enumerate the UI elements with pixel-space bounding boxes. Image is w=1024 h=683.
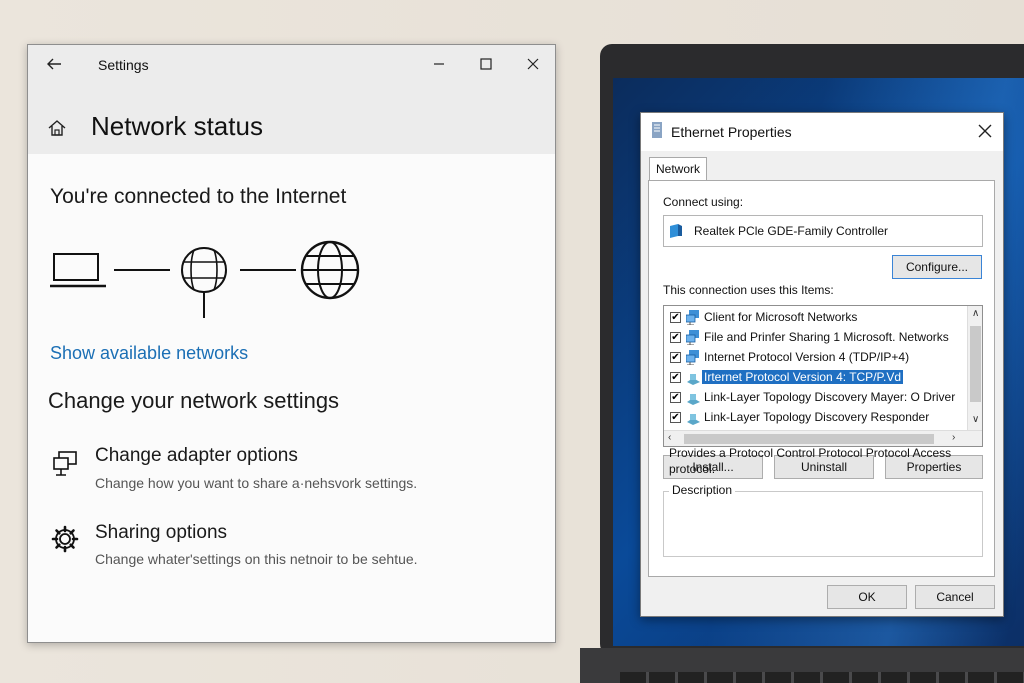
network-diagram [50, 240, 360, 318]
tab-network[interactable]: Network [649, 157, 707, 181]
ethernet-properties-dialog: Ethernet Properties Network Connect usin… [640, 112, 1004, 617]
settings-titlebar: Settings [28, 45, 555, 83]
horizontal-scrollbar[interactable]: ‹ › [664, 430, 982, 446]
items-label: This connection uses this Items: [663, 283, 834, 297]
protocol-icon [686, 350, 699, 365]
change-adapter-options-link[interactable]: Change adapter options [95, 445, 298, 467]
dialog-title: Ethernet Properties [671, 124, 792, 140]
network-tab-panel: Connect using: Realtek PCle GDE-Family C… [648, 180, 995, 577]
nic-icon [670, 224, 682, 238]
scroll-right-icon[interactable]: › [952, 432, 955, 443]
list-item-label: Irternet Protocol Version 4: TCP/P.Vd [702, 370, 903, 384]
list-item-label: Client for Microsoft Networks [704, 310, 858, 324]
list-item-label: Link-Layer Topology Discovery Responder [704, 410, 930, 424]
list-item[interactable]: ✔ Link-Layer Topology Discovery Responde… [670, 408, 960, 427]
components-list: ✔ Client for Microsoft Networks ✔ File a… [663, 305, 983, 447]
scroll-thumb[interactable] [684, 434, 934, 444]
checkbox[interactable]: ✔ [670, 352, 681, 363]
adapter-name: Realtek PCle GDE-Family Controller [694, 224, 889, 238]
laptop-icon [50, 253, 106, 288]
minimize-icon[interactable] [428, 53, 450, 75]
configure-button[interactable]: Configure... [892, 255, 982, 279]
settings-window-title: Settings [98, 57, 149, 73]
checkbox[interactable]: ✔ [670, 332, 681, 343]
change-settings-heading: Change your network settings [48, 388, 340, 413]
vertical-scrollbar[interactable]: ∧ ∨ [967, 306, 982, 430]
back-arrow-icon[interactable] [44, 54, 64, 74]
checkbox[interactable]: ✔ [670, 372, 681, 383]
sharing-options-link[interactable]: Sharing options [95, 522, 227, 544]
scroll-down-icon[interactable]: ∨ [972, 414, 979, 425]
page-title: Network status [91, 111, 263, 141]
settings-window: Settings Network status You're connected… [27, 44, 556, 643]
checkbox[interactable]: ✔ [670, 312, 681, 323]
router-icon [181, 247, 227, 318]
home-icon[interactable] [46, 117, 68, 139]
cancel-button[interactable]: Cancel [915, 585, 995, 609]
scroll-up-icon[interactable]: ∧ [972, 308, 979, 319]
network-adapter-icon [652, 122, 662, 138]
file-sharing-icon [686, 330, 699, 345]
connection-status-heading: You're connected to the Internet [50, 185, 347, 208]
change-adapter-options-desc: Change how you want to share a·nehsvork … [95, 475, 418, 491]
description-text: Provides a Protocol Control Protocol Pro… [669, 446, 952, 476]
list-item-selected[interactable]: ✔ Irternet Protocol Version 4: TCP/P.Vd [670, 368, 960, 387]
gear-icon [51, 525, 79, 553]
scroll-left-icon[interactable]: ‹ [668, 432, 671, 443]
maximize-icon[interactable] [475, 53, 497, 75]
keyboard-keys [620, 672, 1024, 683]
connect-using-label: Connect using: [663, 195, 744, 209]
show-available-networks-link[interactable]: Show available networks [50, 343, 248, 364]
close-icon[interactable] [522, 53, 544, 75]
ok-button[interactable]: OK [827, 585, 907, 609]
list-item[interactable]: ✔ Client for Microsoft Networks [670, 308, 960, 327]
protocol-icon [687, 374, 700, 385]
globe-icon [300, 240, 360, 300]
list-item-label: Internet Protocol Version 4 (TDP/IP+4) [704, 350, 910, 364]
list-item-label: Link-Layer Topology Discovery Mayer: O D… [704, 390, 956, 404]
scroll-thumb[interactable] [970, 326, 981, 402]
adapter-icon [53, 451, 77, 476]
list-item-label: File and Prinfer Sharing 1 Microsoft. Ne… [704, 330, 949, 344]
list-item[interactable]: ✔ File and Prinfer Sharing 1 Microsoft. … [670, 328, 960, 347]
network-client-icon [686, 310, 699, 325]
dialog-titlebar: Ethernet Properties [641, 113, 1003, 151]
sharing-options-desc: Change whater'settings on this netnoir t… [95, 551, 418, 567]
list-item[interactable]: ✔ Link-Layer Topology Discovery Mayer: O… [670, 388, 960, 407]
protocol-icon [687, 414, 700, 425]
checkbox[interactable]: ✔ [670, 392, 681, 403]
adapter-field: Realtek PCle GDE-Family Controller [663, 215, 983, 247]
description-label: Description [669, 483, 736, 497]
description-groupbox [663, 491, 983, 557]
list-item[interactable]: ✔ Internet Protocol Version 4 (TDP/IP+4) [670, 348, 960, 367]
protocol-icon [687, 394, 700, 405]
checkbox[interactable]: ✔ [670, 412, 681, 423]
dialog-close-icon[interactable] [977, 123, 993, 139]
